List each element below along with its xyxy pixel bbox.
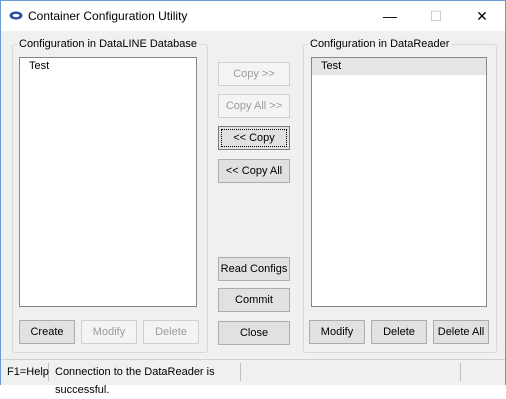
app-window: Container Configuration Utility — ☐ ✕ Co… — [0, 0, 506, 396]
modify-right-button[interactable]: Modify — [309, 320, 365, 344]
maximize-button: ☐ — [413, 1, 459, 31]
status-panel-empty — [463, 363, 503, 381]
datareader-config-list[interactable]: Test — [311, 57, 487, 307]
dataline-config-list[interactable]: Test — [19, 57, 197, 307]
modify-left-button[interactable]: Modify — [81, 320, 137, 344]
close-button[interactable]: Close — [218, 321, 290, 345]
close-icon: ✕ — [476, 7, 488, 24]
minimize-icon: — — [383, 8, 397, 24]
close-window-button[interactable]: ✕ — [459, 1, 505, 31]
datareader-config-legend: Configuration in DataReader — [310, 38, 450, 50]
maximize-icon: ☐ — [429, 7, 443, 24]
create-button[interactable]: Create — [19, 320, 75, 344]
copy-all-left-button[interactable]: << Copy All — [218, 159, 290, 183]
delete-left-button[interactable]: Delete — [143, 320, 199, 344]
dataline-config-legend: Configuration in DataLINE Database — [19, 38, 197, 50]
delete-right-button[interactable]: Delete — [371, 320, 427, 344]
copy-left-button[interactable]: << Copy — [218, 126, 290, 150]
list-item[interactable]: Test — [312, 58, 486, 75]
window-title: Container Configuration Utility — [28, 9, 188, 23]
status-help: F1=Help — [3, 363, 49, 381]
commit-button[interactable]: Commit — [218, 288, 290, 312]
list-item[interactable]: Test — [20, 58, 196, 75]
status-message: Connection to the DataReader is successf… — [51, 363, 241, 396]
delete-all-button[interactable]: Delete All — [433, 320, 489, 344]
read-configs-button[interactable]: Read Configs — [218, 257, 290, 281]
copy-all-right-button[interactable]: Copy All >> — [218, 94, 290, 118]
copy-right-button[interactable]: Copy >> — [218, 62, 290, 86]
title-bar[interactable]: Container Configuration Utility — ☐ ✕ — [1, 1, 505, 31]
status-bar: F1=Help Connection to the DataReader is … — [1, 359, 505, 396]
app-icon — [9, 11, 23, 20]
status-panel-empty — [243, 363, 461, 381]
minimize-button[interactable]: — — [367, 1, 413, 31]
